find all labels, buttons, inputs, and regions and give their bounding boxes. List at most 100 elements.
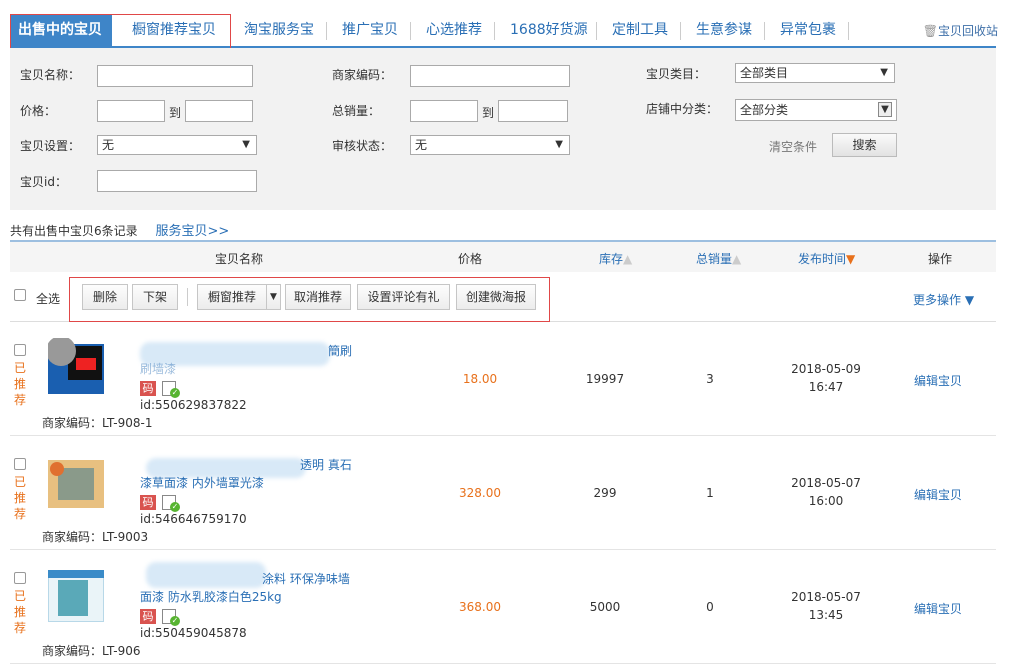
tab-divider bbox=[764, 22, 765, 40]
code-badge-icon: 码 bbox=[140, 495, 156, 510]
item-id: id:550629837822 bbox=[140, 398, 247, 412]
stock: 5000 bbox=[589, 600, 621, 614]
filter-panel: 宝贝名称： 商家编码： 宝贝类目： 全部类目 ▼ 价格： 到 总销量： 到 店铺中… bbox=[10, 48, 996, 210]
table-header: 宝贝名称 价格 库存▲ 总销量▲ 发布时间▼ 操作 bbox=[10, 240, 996, 272]
price: 368.00 bbox=[459, 600, 501, 614]
check-icon: ✓ bbox=[170, 388, 180, 398]
price-label: 价格： bbox=[20, 104, 57, 118]
publish-time: 2018-05-09 16:47 bbox=[791, 362, 861, 394]
table-row: 已推荐 透明 真石 漆草面漆 内外墙罩光漆 码 ✓ id:54664675917… bbox=[10, 436, 996, 550]
stock: 19997 bbox=[585, 372, 625, 386]
tab-xinxuan[interactable]: 心选推荐 bbox=[418, 14, 490, 46]
edit-item-link[interactable]: 编辑宝贝 bbox=[914, 600, 962, 617]
merchant-code: 商家编码：LT-906 bbox=[42, 644, 141, 658]
recommended-badge: 已推荐 bbox=[14, 475, 27, 521]
item-name-input[interactable] bbox=[97, 65, 253, 87]
product-title-line1[interactable]: 簡刷 bbox=[328, 342, 388, 360]
price: 328.00 bbox=[459, 486, 501, 500]
product-title-line2[interactable]: 漆草面漆 内外墙罩光漆 bbox=[140, 474, 400, 492]
tab-divider bbox=[596, 22, 597, 40]
merchant-code-label: 商家编码： bbox=[332, 68, 393, 82]
total-sales: 1 bbox=[706, 486, 714, 500]
check-icon: ✓ bbox=[170, 616, 180, 626]
item-name-label: 宝贝名称： bbox=[20, 68, 81, 82]
search-button[interactable]: 搜索 bbox=[832, 133, 897, 157]
edit-item-link[interactable]: 编辑宝贝 bbox=[914, 372, 962, 389]
product-title-line1[interactable]: 涂料 环保净味墙 bbox=[262, 570, 392, 588]
category-select[interactable]: 全部类目 ▼ bbox=[735, 63, 895, 83]
col-name: 宝贝名称 bbox=[215, 252, 264, 266]
stock: 299 bbox=[593, 486, 617, 500]
recommended-badge: 已推荐 bbox=[14, 589, 27, 635]
tab-divider bbox=[494, 22, 495, 40]
code-badge-icon: 码 bbox=[140, 609, 156, 624]
select-all-checkbox[interactable] bbox=[14, 289, 26, 301]
item-id-label: 宝贝id： bbox=[20, 175, 67, 189]
price-to-label: 到 bbox=[169, 106, 182, 120]
product-title-line1[interactable]: 透明 真石 bbox=[300, 456, 380, 474]
total-sales: 3 bbox=[706, 372, 714, 386]
row-checkbox[interactable] bbox=[14, 572, 26, 584]
table-row: 已推荐 涂料 环保净味墙 面漆 防水乳胶漆白色25kg 码 ✓ id:55045… bbox=[10, 550, 996, 664]
merchant-code: 商家编码：LT-9003 bbox=[42, 530, 149, 544]
edit-item-link[interactable]: 编辑宝贝 bbox=[914, 486, 962, 503]
price-max-input[interactable] bbox=[185, 100, 253, 122]
recycle-bin-link[interactable]: 🗑宝贝回收站 bbox=[923, 22, 998, 39]
item-id: id:550459045878 bbox=[140, 626, 247, 640]
tab-business-advisor[interactable]: 生意参谋 bbox=[688, 14, 760, 46]
sort-arrow-icon: ▲ bbox=[732, 252, 742, 266]
sales-max-input[interactable] bbox=[498, 100, 568, 122]
code-badge-icon: 码 bbox=[140, 381, 156, 396]
check-icon: ✓ bbox=[170, 502, 180, 512]
sales-to-label: 到 bbox=[482, 106, 495, 120]
shop-category-select[interactable]: 全部分类 ▼ bbox=[735, 99, 897, 121]
merchant-code: 商家编码：LT-908-1 bbox=[42, 416, 153, 430]
sort-arrow-icon: ▲ bbox=[623, 252, 633, 266]
total-sales-label: 总销量： bbox=[332, 104, 381, 118]
price-min-input[interactable] bbox=[97, 100, 165, 122]
shop-category-label: 店铺中分类： bbox=[646, 102, 719, 116]
dropdown-arrow-icon: ▼ bbox=[555, 139, 563, 150]
product-thumbnail[interactable] bbox=[48, 338, 104, 394]
publish-time: 2018-05-07 13:45 bbox=[791, 590, 861, 622]
product-thumbnail[interactable] bbox=[48, 452, 104, 508]
item-setting-label: 宝贝设置： bbox=[20, 139, 81, 153]
dropdown-arrow-icon: ▼ bbox=[964, 293, 975, 307]
clear-conditions-link[interactable]: 清空条件 bbox=[769, 138, 817, 155]
row-checkbox[interactable] bbox=[14, 344, 26, 356]
price: 18.00 bbox=[462, 372, 498, 386]
select-all-label: 全选 bbox=[36, 292, 61, 306]
col-stock[interactable]: 库存▲ bbox=[599, 250, 632, 267]
tab-taobao-service[interactable]: 淘宝服务宝 bbox=[236, 14, 322, 46]
sales-min-input[interactable] bbox=[410, 100, 478, 122]
col-price: 价格 bbox=[458, 252, 483, 266]
dropdown-arrow-icon: ▼ bbox=[878, 102, 892, 117]
dropdown-arrow-icon: ▼ bbox=[880, 67, 888, 78]
audit-status-select[interactable]: 无 ▼ bbox=[410, 135, 570, 155]
table-row: 已推荐 簡刷 刷墙漆 码 ✓ id:550629837822 商家编码：LT-9… bbox=[10, 322, 996, 436]
tab-custom-tools[interactable]: 定制工具 bbox=[604, 14, 676, 46]
col-operations: 操作 bbox=[928, 252, 953, 266]
audit-status-label: 审核状态： bbox=[332, 139, 393, 153]
col-sales[interactable]: 总销量▲ bbox=[696, 250, 741, 267]
product-title-line2[interactable]: 刷墙漆 bbox=[140, 360, 400, 378]
tab-abnormal-package[interactable]: 异常包裹 bbox=[772, 14, 844, 46]
tab-divider bbox=[410, 22, 411, 40]
tab-divider bbox=[848, 22, 849, 40]
service-items-link[interactable]: 服务宝贝>> bbox=[155, 224, 229, 239]
item-setting-select[interactable]: 无 ▼ bbox=[97, 135, 257, 155]
col-publish-time[interactable]: 发布时间▼ bbox=[798, 250, 855, 267]
product-title-line2[interactable]: 面漆 防水乳胶漆白色25kg bbox=[140, 588, 400, 606]
record-count: 共有出售中宝贝6条记录 bbox=[10, 224, 138, 238]
product-thumbnail[interactable] bbox=[48, 566, 104, 622]
more-operations-link[interactable]: 更多操作 ▼ bbox=[913, 291, 974, 308]
row-checkbox[interactable] bbox=[14, 458, 26, 470]
tab-promote[interactable]: 推广宝贝 bbox=[334, 14, 406, 46]
tab-1688[interactable]: 1688好货源 bbox=[502, 14, 596, 46]
total-sales: 0 bbox=[706, 600, 714, 614]
highlight-box bbox=[69, 277, 550, 322]
trash-icon: 🗑 bbox=[922, 24, 938, 38]
merchant-code-input[interactable] bbox=[410, 65, 570, 87]
item-id-input[interactable] bbox=[97, 170, 257, 192]
tab-divider bbox=[326, 22, 327, 40]
